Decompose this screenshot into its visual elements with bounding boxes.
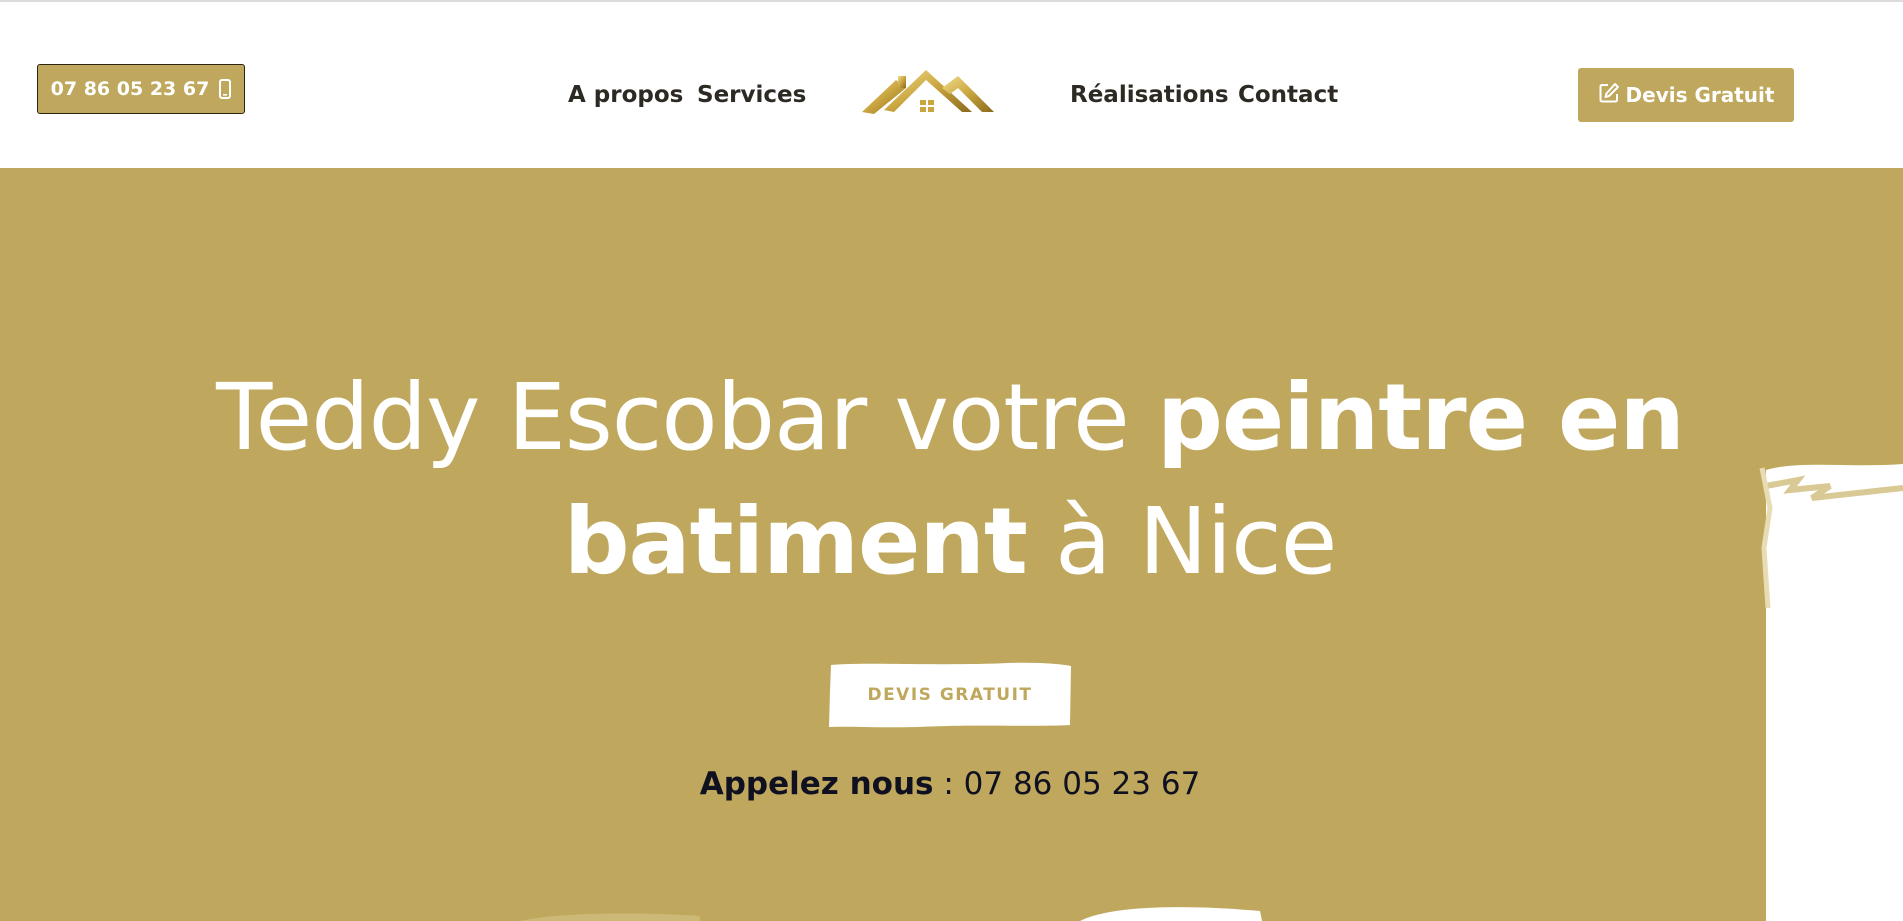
nav-link-services[interactable]: Services xyxy=(697,80,806,110)
hero-section: Teddy Escobar votre peintre en batiment … xyxy=(0,168,1903,921)
call-us-line: Appelez nous : 07 86 05 23 67 xyxy=(600,764,1300,804)
call-label: Appelez nous xyxy=(699,766,934,802)
phone-button-label: 07 86 05 23 67 xyxy=(50,78,210,100)
devis-gratuit-button[interactable]: Devis Gratuit xyxy=(1578,68,1794,122)
mobile-phone-icon xyxy=(219,79,232,99)
site-header: 07 86 05 23 67 A propos Services Réalisa… xyxy=(0,2,1903,168)
nav-link-realisations[interactable]: Réalisations xyxy=(1070,80,1229,110)
call-separator: : xyxy=(933,766,964,802)
nav-link-contact[interactable]: Contact xyxy=(1238,80,1338,110)
hero-title-part1: Teddy Escobar votre xyxy=(216,364,1157,471)
hero-title-part2: à Nice xyxy=(1026,488,1337,595)
phone-button[interactable]: 07 86 05 23 67 xyxy=(37,64,245,114)
nav-link-a-propos[interactable]: A propos xyxy=(568,80,683,110)
roof-logo-icon[interactable] xyxy=(862,66,994,118)
page: 07 86 05 23 67 A propos Services Réalisa… xyxy=(0,0,1903,921)
hero-button-label: DEVIS GRATUIT xyxy=(867,685,1033,705)
hero-devis-gratuit-button[interactable]: DEVIS GRATUIT xyxy=(827,661,1073,729)
edit-icon xyxy=(1598,82,1620,109)
devis-gratuit-label: Devis Gratuit xyxy=(1625,83,1775,107)
hero-title: Teddy Escobar votre peintre en batiment … xyxy=(150,356,1750,604)
call-phone-link[interactable]: 07 86 05 23 67 xyxy=(964,766,1201,802)
